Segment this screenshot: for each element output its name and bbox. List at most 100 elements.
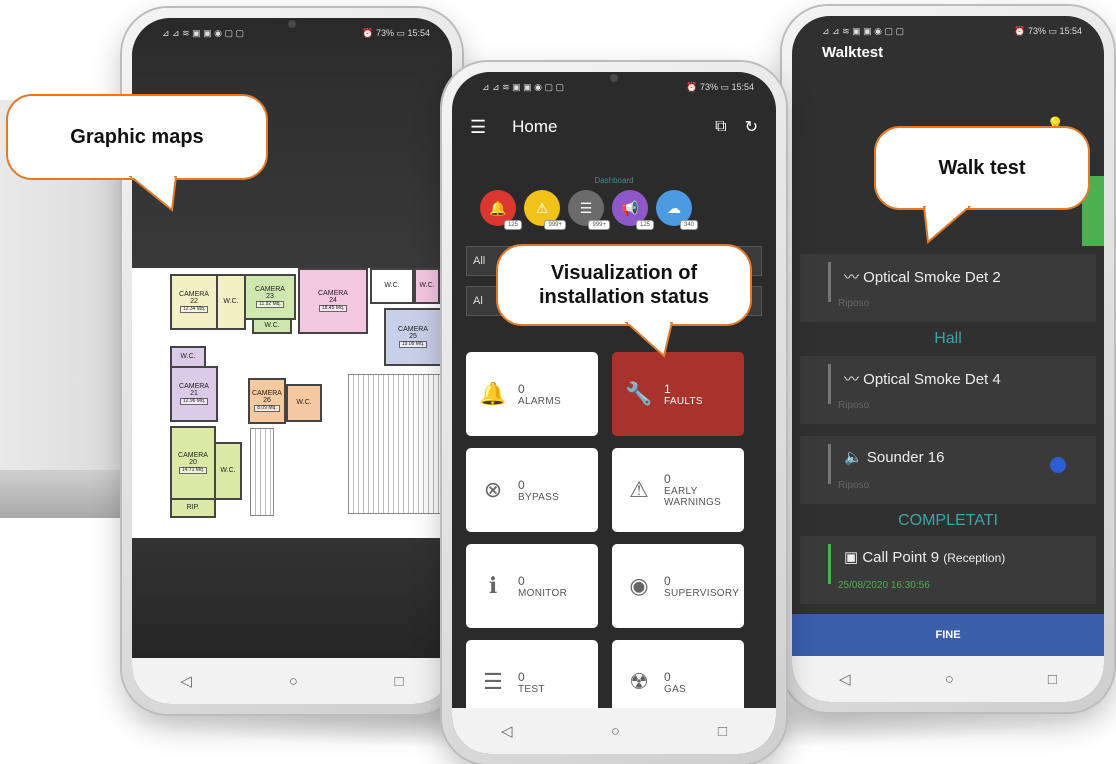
room-camera22[interactable]: CAMERA 22 12.34 Mq. (170, 274, 218, 330)
signal-icons: ⊿ ⊿ ≋ ▣ ▣ ◉ ▢ ▢ (822, 25, 904, 36)
room-camera20[interactable]: CAMERA 20 14.71 Mq. (170, 426, 216, 500)
dashboard-count: 340 (679, 220, 698, 230)
front-camera (610, 74, 618, 82)
app-bar: ☰ Home ⧉ ↻ (452, 102, 776, 152)
home-icon[interactable]: ○ (945, 671, 954, 688)
back-icon[interactable]: ◁ (501, 722, 513, 740)
warning-icon[interactable]: ⚠ 999+ (524, 190, 566, 230)
room-camera25[interactable]: CAMERA 25 19.09 Mq. (384, 308, 442, 366)
tile-early[interactable]: ⚠ 0 EARLY WARNINGS (612, 448, 744, 532)
tile-count: 0 (518, 477, 525, 492)
refresh-icon[interactable]: ↻ (745, 117, 758, 137)
recents-icon[interactable]: □ (1048, 671, 1057, 688)
battery-time: ⏰ 73% ▭ 15:54 (1014, 25, 1082, 36)
battery-level: 73% (1027, 25, 1046, 36)
recents-icon[interactable]: □ (395, 673, 404, 690)
room-camera24[interactable]: CAMERA 24 18.45 Mq. (298, 268, 368, 334)
warning-icon: ⚠ (629, 477, 649, 502)
tile-label: MONITOR (518, 587, 568, 599)
device-name: 🔈 Sounder 16 (844, 449, 945, 466)
room-wc5[interactable]: W.C. (170, 346, 206, 368)
device-name: ▣ Call Point 9 (Reception) (844, 549, 1006, 566)
recents-icon[interactable]: □ (718, 723, 727, 740)
tile-bypass[interactable]: ⊗ 0 BYPASS (466, 448, 598, 532)
callout-walk-test: Walk test (874, 126, 1090, 244)
floor-plan[interactable]: CAMERA 22 12.34 Mq. W.C. CAMERA 23 11.92 Mq.… (158, 266, 448, 522)
tile-faults[interactable]: 🔧 1 FAULTS (612, 352, 744, 436)
back-icon[interactable]: ◁ (180, 672, 192, 690)
phone-home-dashboard: ⊿ ⊿ ≋ ▣ ▣ ◉ ▢ ▢ ⏰ 73% ▭ 15:54 ☰ Home ⧉ ↻… (442, 62, 786, 764)
device-row[interactable]: 〰 Optical Smoke Det 2 Riposo (800, 254, 1096, 322)
callout-installation-status: Visualization of installation status (496, 244, 752, 358)
page-title: Home (512, 117, 558, 136)
battery-level: 73% (699, 81, 718, 92)
home-icon[interactable]: ○ (611, 723, 620, 740)
clock: 15:54 (1059, 25, 1082, 36)
dashboard-count: 999+ (544, 220, 566, 230)
tile-label: BYPASS (518, 491, 560, 503)
bypass-icon: ⊗ (483, 477, 503, 502)
front-camera (288, 20, 296, 28)
android-navbar: ◁ ○ □ (452, 708, 776, 754)
callout-graphic-maps: Graphic maps (6, 94, 268, 212)
device-row[interactable]: ▣ Call Point 9 (Reception) 25/08/2020 16… (800, 536, 1096, 604)
tile-label: GAS (664, 683, 687, 695)
status-bar-indicator (828, 544, 831, 584)
tile-supervisory[interactable]: ◉ 0 SUPERVISORY (612, 544, 744, 628)
signal-icons: ⊿ ⊿ ≋ ▣ ▣ ◉ ▢ ▢ (482, 81, 564, 92)
phone-screen: ⊿ ⊿ ≋ ▣ ▣ ◉ ▢ ▢ ⏰ 73% ▭ 15:54 ☰ Home ⧉ ↻… (452, 72, 776, 754)
tile-count: 0 (664, 573, 671, 588)
tile-label: FAULTS (664, 395, 703, 407)
device-timestamp: 25/08/2020 16:30:56 (838, 580, 930, 591)
room-rip[interactable]: RIP. (170, 498, 216, 518)
room-wc6[interactable]: W.C. (286, 384, 322, 422)
folder-star-icon[interactable]: ⧉ (715, 118, 726, 136)
section-hall: Hall (934, 330, 962, 347)
checklist-icon: ☰ (483, 669, 503, 694)
list-icon[interactable]: ☰ 999+ (568, 190, 610, 230)
dashboard-count: 125 (503, 220, 522, 230)
cloud-icon[interactable]: ☁ 340 (656, 190, 698, 230)
fine-button[interactable]: FINE (792, 614, 1104, 656)
tile-label: SUPERVISORY (664, 587, 740, 599)
tile-count: 0 (518, 573, 525, 588)
device-name: 〰 Optical Smoke Det 4 (844, 371, 1001, 388)
page-title: Walktest (822, 44, 884, 61)
battery-time: ⏰ 73% ▭ 15:54 (362, 27, 430, 38)
bell-icon[interactable]: 🔔 125 (480, 190, 522, 230)
battery-level: 73% (375, 27, 394, 38)
tile-label: EARLY WARNINGS (664, 486, 722, 508)
map-footer (132, 538, 452, 658)
gas-mask-icon: ☢ (629, 669, 649, 694)
tile-count: 0 (518, 381, 525, 396)
room-camera26[interactable]: CAMERA 26 8.09 Mq. (248, 378, 286, 424)
device-toggle[interactable] (1050, 457, 1076, 473)
room-wc7[interactable]: W.C. (214, 442, 242, 500)
tile-count: 0 (664, 472, 671, 486)
room-wc3[interactable]: W.C. (370, 268, 414, 304)
room-camera23[interactable]: CAMERA 23 11.92 Mq. (244, 274, 296, 320)
dashboard-summary: 🔔 125 ⚠ 999+ ☰ 999+ 📢 125 ☁ 340 (480, 190, 698, 230)
back-icon[interactable]: ◁ (839, 670, 851, 688)
callout-tail (128, 176, 178, 212)
device-row[interactable]: 🔈 Sounder 16 Riposo (800, 436, 1096, 504)
device-state: Riposo (838, 400, 870, 411)
tile-label: ALARMS (518, 395, 561, 407)
device-row[interactable]: 〰 Optical Smoke Det 4 Riposo (800, 356, 1096, 424)
wrench-icon: 🔧 (625, 381, 653, 406)
signal-icons: ⊿ ⊿ ≋ ▣ ▣ ◉ ▢ ▢ (162, 27, 244, 38)
room-wc2[interactable]: W.C. (252, 318, 292, 334)
home-icon[interactable]: ○ (289, 673, 298, 690)
room-wc4[interactable]: W.C. (414, 268, 440, 304)
room-camera21[interactable]: CAMERA 21 12.96 Mq. (170, 366, 218, 422)
room-wc1[interactable]: W.C. (216, 274, 246, 330)
dashboard-label: Dashboard (594, 176, 634, 185)
eye-icon: ◉ (629, 573, 649, 598)
menu-icon[interactable]: ☰ (470, 117, 486, 138)
tile-monitor[interactable]: ℹ 0 MONITOR (466, 544, 598, 628)
dashboard-count: 125 (635, 220, 654, 230)
megaphone-icon[interactable]: 📢 125 (612, 190, 654, 230)
device-state: Riposo (838, 298, 870, 309)
tile-alarms[interactable]: 🔔 0 ALARMS (466, 352, 598, 436)
android-navbar: ◁ ○ □ (792, 656, 1104, 702)
